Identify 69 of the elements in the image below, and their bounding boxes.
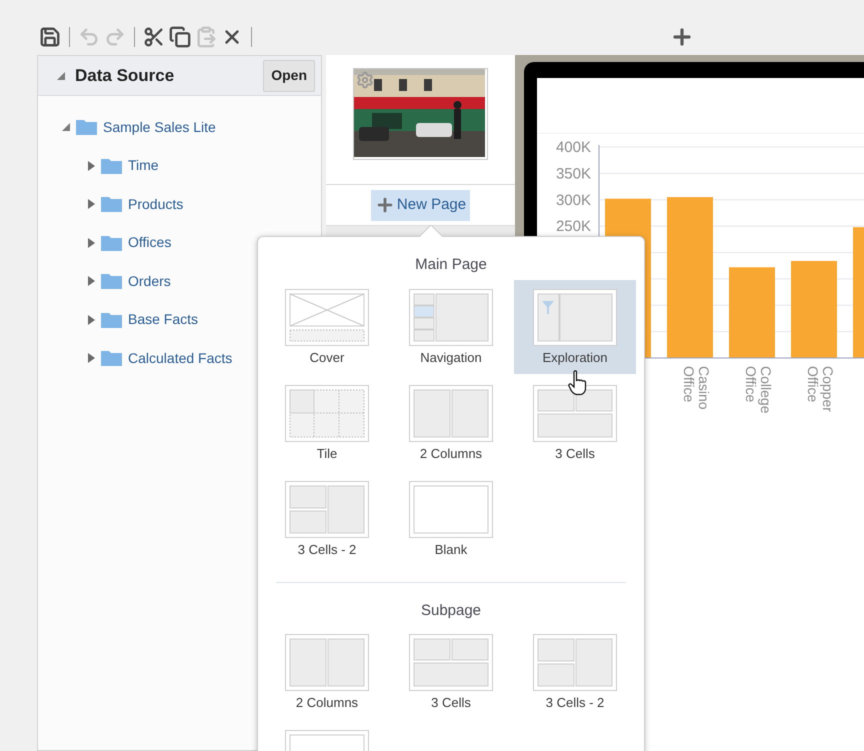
category-label: Copper Office (805, 366, 836, 412)
tree-item[interactable]: Orders (128, 270, 171, 292)
panel-title: Data Source (75, 64, 176, 87)
layout-thumbnail-icon (409, 288, 493, 346)
layout-label: Cover (310, 348, 344, 366)
layout-option[interactable]: 2 Columns (390, 376, 512, 470)
layout-thumbnail-icon (285, 634, 369, 691)
layout-thumbnail-icon (409, 480, 493, 538)
folder-icon (101, 273, 122, 290)
layout-label: 3 Cells (555, 444, 595, 462)
layout-thumbnail-icon (533, 288, 617, 346)
section-title: Subpage (420, 600, 482, 620)
folder-icon (101, 312, 122, 328)
layout-thumbnail-icon (409, 384, 493, 442)
layout-label: 3 Cells - 2 (546, 694, 604, 712)
layout-option[interactable]: Navigation (390, 280, 512, 374)
tree-item[interactable]: Products (128, 194, 184, 215)
tree-item[interactable]: Time (128, 155, 159, 176)
tree-item[interactable]: Base Facts (128, 309, 198, 330)
layout-option[interactable]: 3 Cells - 2 (266, 472, 388, 566)
layout-thumbnail-icon (533, 634, 617, 691)
expand-triangle-icon[interactable] (86, 314, 96, 326)
layout-label: Tile (316, 444, 338, 462)
collapse-triangle-icon[interactable] (61, 121, 71, 134)
open-button[interactable]: Open (263, 60, 315, 92)
layout-thumbnail-icon (285, 288, 369, 346)
layout-option[interactable]: Blank (390, 472, 512, 566)
category-label: College Office (743, 366, 774, 414)
expand-triangle-icon[interactable] (86, 236, 96, 249)
hand-cursor-icon (568, 370, 588, 396)
layout-option[interactable]: Exploration (514, 280, 636, 374)
axis-tick-label: 350K (556, 165, 591, 182)
section-title: Main Page (414, 255, 488, 275)
layout-thumbnail-icon (285, 480, 369, 538)
layout-option[interactable]: Tile (266, 376, 388, 470)
axis-tick-label: 250K (556, 218, 591, 236)
layout-thumbnail-icon (285, 384, 369, 442)
layout-label: 3 Cells (431, 694, 471, 712)
folder-icon (76, 119, 97, 136)
layout-label: Exploration (542, 348, 608, 367)
layout-label: Navigation (420, 348, 482, 367)
layout-option[interactable]: 3 Cells (514, 376, 636, 470)
folder-icon (101, 234, 122, 251)
layout-option[interactable]: 2 Columns (266, 625, 388, 719)
tree-item[interactable]: Sample Sales Lite (103, 116, 216, 138)
layout-label: 2 Columns (296, 694, 358, 712)
layout-option[interactable]: 3 Cells (390, 625, 512, 719)
layout-label: 2 Columns (420, 444, 482, 462)
new-page-button[interactable]: New Page (370, 190, 470, 220)
expand-triangle-icon[interactable] (86, 275, 96, 288)
category-label: Casino Office (681, 366, 712, 410)
layout-label: 3 Cells - 2 (298, 540, 356, 558)
layout-option[interactable]: 3 Cells - 2 (514, 625, 636, 719)
layout-thumbnail-icon (533, 384, 617, 442)
layout-thumbnail-icon (409, 634, 493, 691)
layout-option[interactable]: Cover (266, 280, 388, 374)
collapse-triangle-icon[interactable] (56, 70, 66, 82)
axis-tick-label: 400K (556, 139, 591, 156)
expand-triangle-icon[interactable] (86, 198, 96, 210)
expand-triangle-icon[interactable] (86, 352, 96, 364)
layout-label: Blank (434, 540, 468, 558)
axis-tick-label: 300K (556, 192, 591, 209)
expand-triangle-icon[interactable] (86, 160, 96, 172)
copy-icon[interactable] (167, 24, 193, 50)
folder-icon (101, 158, 122, 174)
tree-item[interactable]: Calculated Facts (128, 348, 232, 369)
folder-icon (101, 350, 122, 366)
tree-item[interactable]: Offices (128, 232, 172, 254)
folder-icon (101, 196, 122, 212)
